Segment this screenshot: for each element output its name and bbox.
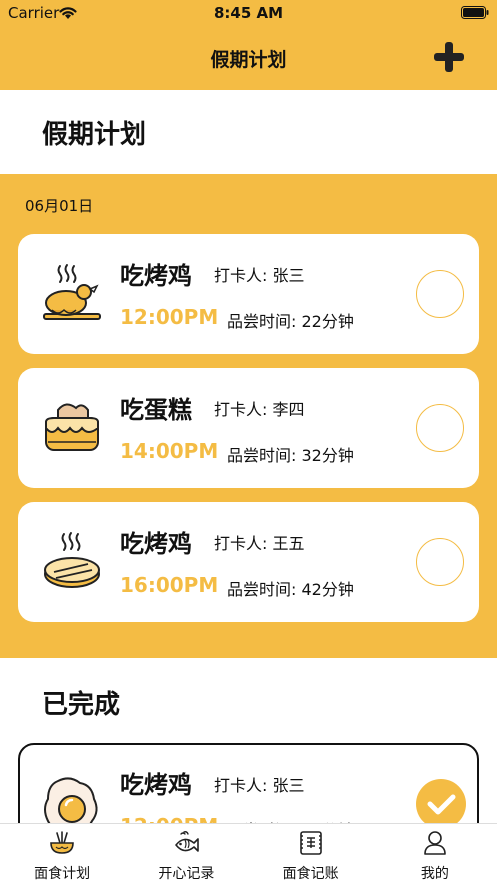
fish-icon [175,831,200,852]
task-title: 吃烤鸡 [120,530,192,558]
roast-chicken-icon [43,264,101,320]
tab-label: 面食计划 [34,866,91,882]
tab-label: 我的 [420,866,449,882]
status-time: 8:45 AM [213,4,284,22]
task-time: 14:00PM [120,439,219,463]
plan-header: 假期计划 [0,90,497,174]
complete-checkbox[interactable] [416,404,464,452]
task-title: 吃烤鸡 [120,771,192,799]
battery-icon [461,6,489,19]
plus-icon [434,42,464,72]
complete-checkbox[interactable] [416,270,464,318]
noodle-bowl-icon [50,831,74,854]
complete-checkbox[interactable] [416,538,464,586]
task-assignee: 打卡人: 张三 [214,776,305,795]
task-title: 吃烤鸡 [120,262,192,290]
tab-noodle-ledger[interactable]: 面食记账 [249,824,373,883]
task-time: 16:00PM [120,573,219,597]
checkmark-icon [427,794,456,815]
nav-title: 假期计划 [210,49,287,71]
plan-heading: 假期计划 [42,120,147,150]
task-time: 12:00PM [120,305,219,329]
add-plan-button[interactable] [431,39,467,75]
tab-label: 开心记录 [158,866,215,882]
ledger-icon [299,831,322,855]
tab-bar: 面食计划 开心记录 面食记账 我的 [0,823,497,883]
plan-date: 06月01日 [25,197,94,215]
task-card[interactable]: 吃烤鸡 打卡人: 张三 12:00PM 品尝时间: 22分钟 [18,234,479,354]
tab-noodle-plan[interactable]: 面食计划 [0,824,124,883]
task-card[interactable]: 吃蛋糕 打卡人: 李四 14:00PM 品尝时间: 32分钟 [18,368,479,488]
tab-label: 面食记账 [282,866,339,882]
status-bar: Carrier 8:45 AM [0,0,497,26]
task-assignee: 打卡人: 张三 [214,266,305,285]
tab-profile[interactable]: 我的 [373,824,497,883]
tab-happy-log[interactable]: 开心记录 [124,824,248,883]
completed-heading: 已完成 [42,690,121,720]
task-assignee: 打卡人: 李四 [214,400,305,419]
cake-icon [45,403,99,451]
task-assignee: 打卡人: 王五 [214,534,305,553]
nav-bar: 假期计划 [0,26,497,90]
task-card[interactable]: 吃烤鸡 打卡人: 王五 16:00PM 品尝时间: 42分钟 [18,502,479,622]
steak-icon [44,532,100,588]
task-duration: 品尝时间: 22分钟 [227,312,354,331]
task-duration: 品尝时间: 42分钟 [227,580,354,599]
task-title: 吃蛋糕 [120,396,192,424]
task-duration: 品尝时间: 32分钟 [227,446,354,465]
completed-checkbox[interactable] [416,779,466,829]
plan-list: 06月01日 吃烤鸡 打卡人: 张三 12:00PM 品尝时间: 22分钟 吃蛋… [0,174,497,658]
user-icon [424,831,446,855]
